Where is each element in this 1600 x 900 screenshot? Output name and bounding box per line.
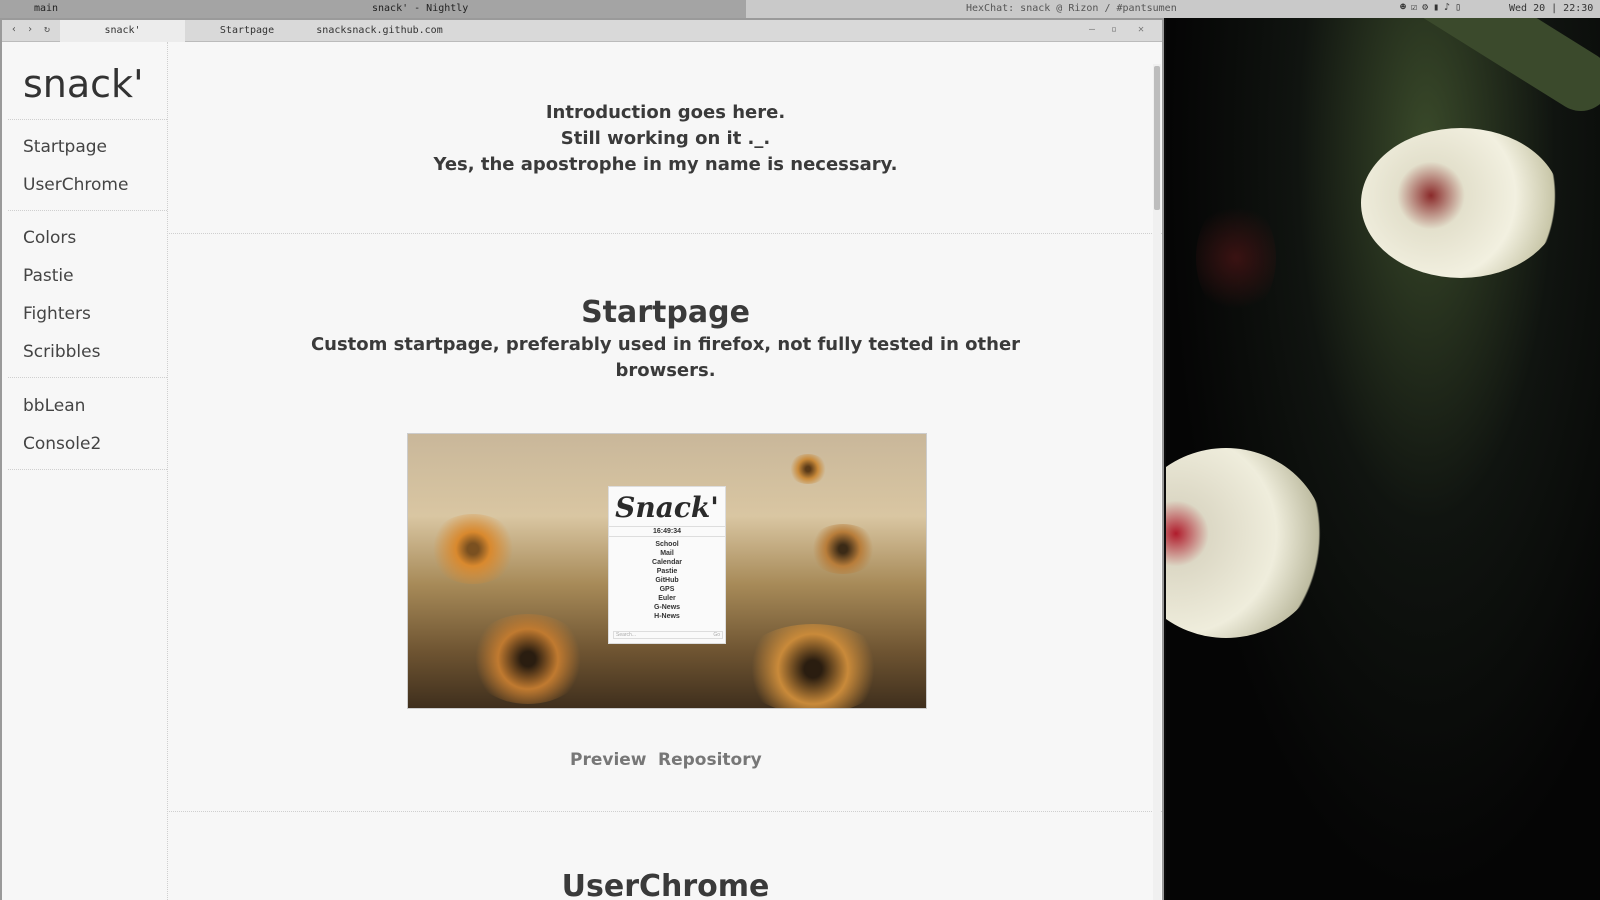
startpage-card-link: Mail xyxy=(660,550,674,557)
flower-shape xyxy=(738,624,888,708)
startpage-card-links: School Mail Calendar Pastie GitHub GPS E… xyxy=(609,540,725,621)
minimize-icon[interactable]: – xyxy=(1085,23,1099,37)
check-icon[interactable]: ☑ xyxy=(1411,2,1417,13)
tab-startpage[interactable]: Startpage xyxy=(207,20,287,42)
signal-icon[interactable]: ▮ xyxy=(1433,2,1439,13)
tab-bar: ‹ › ↻ snack' Startpage snacksnack.github… xyxy=(2,20,1162,42)
web-page: snack' Startpage UserChrome Colors Pasti… xyxy=(2,42,1162,900)
alien-icon[interactable]: ☻ xyxy=(1400,2,1406,13)
sidebar-item-userchrome[interactable]: UserChrome xyxy=(23,175,128,195)
flower-shape xyxy=(468,614,588,704)
startpage-card-go: Go xyxy=(713,632,720,638)
sidebar-item-fighters[interactable]: Fighters xyxy=(23,304,91,324)
clock[interactable]: Wed 20 | 22:30 xyxy=(1509,3,1593,14)
startpage-card-link: G-News xyxy=(653,604,681,611)
startpage-title: Startpage xyxy=(581,295,750,330)
startpage-card-search: Search... Go xyxy=(613,631,723,639)
startpage-description: Custom startpage, preferably used in fir… xyxy=(310,334,1021,355)
startpage-screenshot[interactable]: Snack' 16:49:34 School Mail Calendar Pas… xyxy=(407,433,927,709)
blurred-leaf xyxy=(1196,198,1276,318)
system-tray: ☻ ☑ ⚙ ▮ ♪ ▯ xyxy=(1400,2,1461,13)
repository-link[interactable]: Repository xyxy=(658,750,762,770)
startpage-card: Snack' 16:49:34 School Mail Calendar Pas… xyxy=(608,486,726,644)
window-title: snack' - Nightly xyxy=(372,3,469,14)
sidebar-divider xyxy=(8,469,167,470)
userchrome-title: UserChrome xyxy=(561,869,770,900)
section-divider xyxy=(169,811,1162,812)
close-icon[interactable]: ✕ xyxy=(1134,23,1148,37)
site-logo[interactable]: snack' xyxy=(23,62,144,106)
sidebar-divider xyxy=(8,377,167,378)
sidebar-divider xyxy=(8,210,167,211)
inactive-window-title[interactable]: HexChat: snack @ Rizon / #pantsumen xyxy=(966,3,1177,14)
top-panel: main snack' - Nightly HexChat: snack @ R… xyxy=(0,0,1600,18)
sidebar-divider xyxy=(8,119,167,120)
startpage-card-time: 16:49:34 xyxy=(609,526,725,537)
volume-icon[interactable]: ♪ xyxy=(1444,2,1450,13)
flower-shape xyxy=(788,454,828,484)
sidebar-item-console2[interactable]: Console2 xyxy=(23,434,101,454)
desktop-wallpaper xyxy=(1166,18,1600,900)
tab-github[interactable]: snacksnack.github.com xyxy=(302,20,457,42)
section-divider xyxy=(169,233,1162,234)
sidebar: snack' Startpage UserChrome Colors Pasti… xyxy=(8,42,168,900)
reload-icon[interactable]: ↻ xyxy=(41,24,53,36)
browser-window: ‹ › ↻ snack' Startpage snacksnack.github… xyxy=(0,18,1164,900)
blossom-upper xyxy=(1361,128,1561,278)
battery-icon[interactable]: ▯ xyxy=(1455,2,1461,13)
preview-link[interactable]: Preview xyxy=(570,750,647,770)
startpage-description: browsers. xyxy=(615,360,716,381)
sidebar-item-startpage[interactable]: Startpage xyxy=(23,137,107,157)
sidebar-item-colors[interactable]: Colors xyxy=(23,228,76,248)
startpage-card-link: Euler xyxy=(658,595,676,602)
startpage-card-link: H-News xyxy=(654,613,680,620)
sidebar-item-pastie[interactable]: Pastie xyxy=(23,266,74,286)
branch-shape xyxy=(1369,18,1600,123)
scrollbar-thumb[interactable] xyxy=(1154,66,1160,210)
intro-line: Introduction goes here. xyxy=(545,102,786,123)
network-icon[interactable]: ⚙ xyxy=(1422,2,1428,13)
main-content: Introduction goes here. Still working on… xyxy=(169,42,1162,900)
sidebar-item-scribbles[interactable]: Scribbles xyxy=(23,342,100,362)
scrollbar[interactable] xyxy=(1153,64,1161,900)
workspace-label[interactable]: main xyxy=(34,3,58,14)
sidebar-item-bblean[interactable]: bbLean xyxy=(23,396,85,416)
flower-shape xyxy=(428,514,518,584)
startpage-card-logo: Snack' xyxy=(615,491,719,524)
startpage-card-link: Calendar xyxy=(652,559,682,566)
startpage-card-link: GitHub xyxy=(655,577,679,584)
back-icon[interactable]: ‹ xyxy=(8,24,20,36)
startpage-card-link: Pastie xyxy=(656,568,678,575)
blossom-lower xyxy=(1166,448,1326,638)
flower-shape xyxy=(808,524,878,574)
startpage-card-link: GPS xyxy=(659,586,675,593)
intro-line: Yes, the apostrophe in my name is necess… xyxy=(433,154,898,175)
maximize-icon[interactable]: ▫ xyxy=(1107,23,1121,37)
tab-snack[interactable]: snack' xyxy=(60,20,185,42)
startpage-card-link: School xyxy=(655,541,679,548)
forward-icon[interactable]: › xyxy=(24,24,36,36)
intro-line: Still working on it ._. xyxy=(560,128,771,149)
startpage-card-search-placeholder: Search... xyxy=(616,632,637,638)
